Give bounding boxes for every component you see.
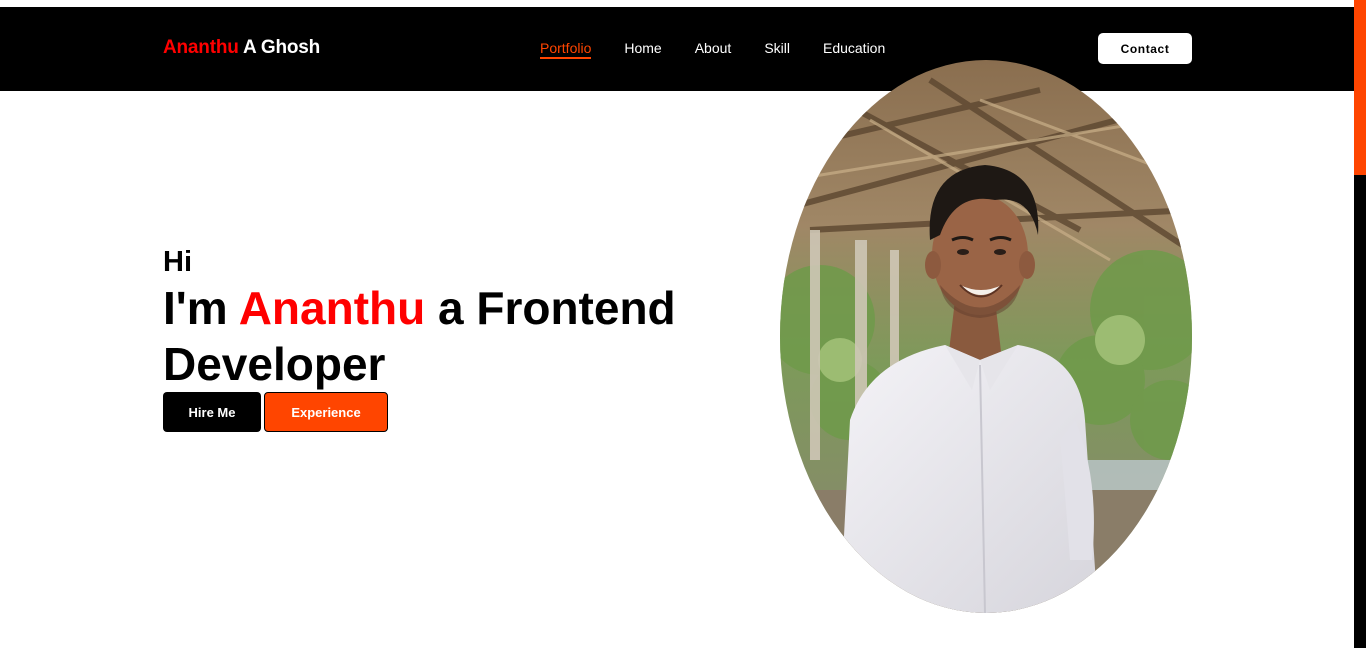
nav-link-skill[interactable]: Skill <box>764 40 790 59</box>
brand-last-name: A Ghosh <box>238 37 321 58</box>
page: Ananthu A Ghosh Portfolio Home About Ski… <box>0 0 1366 648</box>
experience-button[interactable]: Experience <box>264 392 388 432</box>
nav-menu: Portfolio Home About Skill Education <box>540 40 918 59</box>
nav-link-home[interactable]: Home <box>624 40 661 59</box>
profile-photo-illustration <box>780 60 1192 613</box>
headline-name: Ananthu <box>238 282 426 334</box>
hero-headline: I'm Ananthu a Frontend Developer <box>163 280 723 392</box>
nav-link-about[interactable]: About <box>695 40 732 59</box>
headline-intro: I'm <box>163 282 239 334</box>
hero-greeting: Hi <box>163 246 192 278</box>
top-strip <box>0 0 1354 7</box>
hero-actions: Hire Me Experience <box>163 392 723 432</box>
brand-logo[interactable]: Ananthu A Ghosh <box>163 37 320 59</box>
hire-me-button[interactable]: Hire Me <box>163 392 261 432</box>
nav-link-portfolio[interactable]: Portfolio <box>540 40 592 59</box>
hero-section: Hi I'm Ananthu a Frontend Developer Hire… <box>163 246 723 432</box>
nav-link-education[interactable]: Education <box>823 40 885 59</box>
brand-first-name: Ananthu <box>163 37 239 58</box>
contact-button[interactable]: Contact <box>1098 33 1192 64</box>
profile-photo <box>780 60 1192 613</box>
navbar: Ananthu A Ghosh Portfolio Home About Ski… <box>0 7 1354 91</box>
scrollbar-thumb[interactable] <box>1354 0 1366 175</box>
